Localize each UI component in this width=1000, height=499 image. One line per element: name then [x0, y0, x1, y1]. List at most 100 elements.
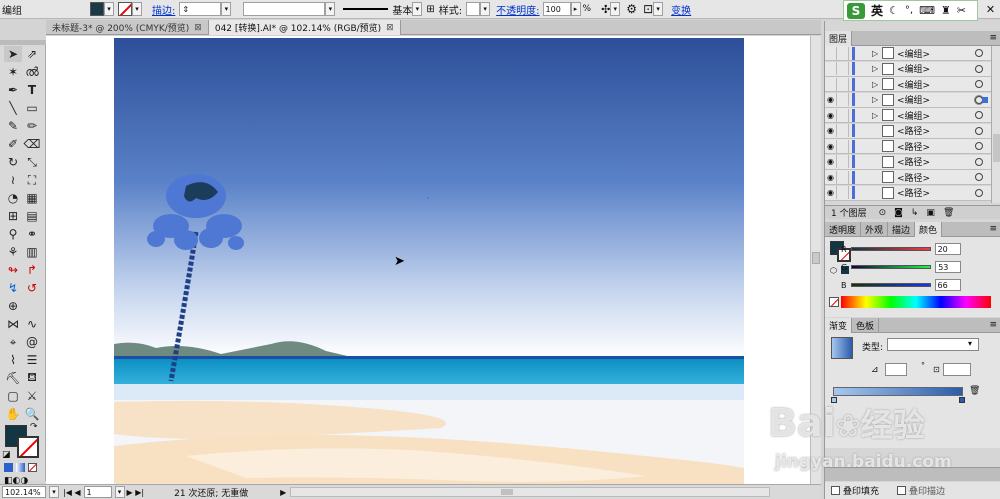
scale-tool-icon[interactable]: ⤡	[23, 154, 41, 170]
style-swatch[interactable]	[466, 2, 481, 16]
lasso-tool-icon[interactable]: ൽ	[23, 64, 41, 80]
swap-arrow-icon[interactable]: ↷	[30, 422, 38, 432]
red-value-input[interactable]: 20	[934, 243, 961, 255]
layer-row[interactable]: ◉ <路径>	[825, 185, 991, 201]
brush-dropdown[interactable]: ▾	[412, 2, 423, 16]
overprint-stroke-checkbox[interactable]	[897, 486, 907, 495]
layer-row[interactable]: ▷ <编组>	[825, 46, 991, 61]
overprint-fill-checkbox[interactable]	[831, 486, 840, 495]
knife-tool-icon[interactable]: ⚔	[23, 388, 41, 404]
gradient-stop-end[interactable]	[959, 397, 965, 403]
stroke-weight-dropdown[interactable]: ▾	[221, 2, 232, 16]
lock-toggle[interactable]	[837, 46, 849, 60]
rectangle-tool-icon[interactable]: ▭	[23, 100, 41, 116]
default-colors-icon[interactable]: ◪	[2, 450, 11, 460]
panel-menu-icon[interactable]: ≡	[989, 224, 997, 234]
sogou-logo-icon[interactable]: S	[847, 2, 865, 19]
twirl-tool-icon[interactable]: @	[23, 334, 41, 350]
paintbrush-tool-icon[interactable]: ✎	[4, 118, 22, 134]
perspective-grid-tool-icon[interactable]: ▦	[23, 190, 41, 206]
shape-builder-tool-icon[interactable]: ◔	[4, 190, 22, 206]
eye-hidden-icon[interactable]	[825, 77, 837, 91]
aspect-input[interactable]	[943, 363, 971, 376]
ime-language-toggle[interactable]: 英	[871, 2, 883, 19]
gradient-angle-input[interactable]	[885, 363, 907, 376]
green-slider[interactable]	[851, 265, 932, 269]
lock-toggle[interactable]	[837, 170, 849, 184]
profile-dropdown[interactable]: ▾	[325, 2, 336, 16]
target-tool-icon[interactable]: ⊕	[4, 298, 22, 314]
new-layer-icon[interactable]: ▣	[926, 208, 935, 218]
opacity-input[interactable]: 100	[542, 2, 571, 16]
width-tool-icon[interactable]: ↯	[4, 280, 22, 296]
pucker-tool-icon[interactable]: ⌖	[4, 334, 22, 350]
zoom-field[interactable]: 102.14%	[2, 486, 46, 498]
target-circle-icon[interactable]	[975, 157, 983, 166]
clipping-mask-icon[interactable]: ◙	[894, 208, 903, 218]
window-close-button[interactable]: ✕	[981, 0, 1000, 19]
layer-row[interactable]: ◉ ▷ <编组>	[825, 108, 991, 123]
close-icon[interactable]: ⊠	[386, 23, 394, 33]
gradient-mode-icon[interactable]	[16, 463, 25, 472]
fill-dropdown[interactable]: ▾	[104, 2, 114, 16]
next-artboard-button[interactable]: ▶ ▶|	[127, 488, 145, 497]
moon-icon[interactable]: ☾	[889, 4, 899, 17]
pen-tool-icon[interactable]: ✒	[4, 82, 22, 98]
layers-panel-tab[interactable]: 图层	[825, 30, 853, 46]
free-transform-tool-icon[interactable]: ⛶	[23, 172, 41, 188]
list-tool-icon[interactable]: ☰	[23, 352, 41, 368]
tab-color[interactable]: 颜色	[915, 221, 943, 237]
close-icon[interactable]: ⊠	[194, 23, 202, 33]
eye-hidden-icon[interactable]	[825, 62, 837, 75]
align-grid-icon[interactable]: ⊡	[643, 2, 653, 16]
transform-link[interactable]: 变换	[671, 2, 691, 17]
layer-row[interactable]: ◉ <路径>	[825, 170, 991, 185]
eye-hidden-icon[interactable]	[825, 46, 837, 60]
keyboard-icon[interactable]: ⌨	[919, 4, 935, 17]
stroke-weight-input[interactable]: ⇕	[179, 2, 222, 16]
tab-swatches[interactable]: 色板	[852, 317, 880, 333]
lock-toggle[interactable]	[837, 139, 849, 153]
target-circle-icon[interactable]	[975, 142, 983, 150]
target-circle-icon[interactable]	[975, 64, 983, 73]
expand-arrow-icon[interactable]: ▷	[872, 95, 882, 104]
eye-icon[interactable]: ◉	[825, 108, 837, 122]
stroke-dropdown[interactable]: ▾	[132, 2, 142, 16]
opacity-link[interactable]: 不透明度:	[496, 2, 539, 17]
toolbox-grip[interactable]	[0, 40, 46, 45]
scroll-thumb[interactable]	[812, 252, 820, 264]
panel-menu-icon[interactable]: ≡	[989, 320, 997, 330]
blob-brush-tool-icon[interactable]: ✐	[4, 136, 22, 152]
gradient-type-select[interactable]	[887, 338, 979, 351]
lock-toggle[interactable]	[837, 186, 849, 199]
target-circle-icon[interactable]	[975, 80, 983, 88]
eye-icon[interactable]: ◉	[825, 139, 837, 153]
fill-color-swatch[interactable]	[90, 2, 104, 16]
layer-row[interactable]: ▷ <编组>	[825, 61, 991, 77]
target-circle-icon[interactable]	[975, 126, 983, 135]
expand-arrow-icon[interactable]: ▷	[872, 49, 882, 58]
eye-icon[interactable]: ◉	[825, 186, 837, 199]
recolor-icon[interactable]: ✣	[601, 3, 610, 16]
eraser-tool-icon[interactable]: ⌫	[23, 136, 41, 152]
hand-tool-icon[interactable]: ✋	[4, 406, 22, 422]
tab-stroke[interactable]: 描边	[888, 221, 916, 237]
dropdown-arrow-icon[interactable]: ▾	[968, 339, 972, 348]
tab-042-ai[interactable]: 042 [转换].AI* @ 102.14% (RGB/预览) ⊠	[208, 20, 401, 35]
gradient-ramp[interactable]	[833, 387, 963, 396]
mesh-tool-icon[interactable]: ⊞	[4, 208, 22, 224]
punct-icon[interactable]: °,	[905, 5, 913, 16]
crop-tool-icon[interactable]: ▢	[4, 388, 22, 404]
recolor-dropdown[interactable]: ▾	[610, 2, 621, 16]
zoom-dropdown[interactable]: ▾	[49, 486, 59, 498]
none-mode-icon[interactable]	[28, 463, 37, 472]
locate-object-icon[interactable]: ⊙	[879, 208, 887, 218]
gradient-preview-swatch[interactable]	[831, 337, 853, 359]
eye-icon[interactable]: ◉	[825, 155, 837, 168]
artboard-tool-icon[interactable]: ↬	[4, 262, 22, 278]
direct-selection-tool-icon[interactable]: ⇗	[23, 46, 41, 62]
layer-row[interactable]: ▷ <编组>	[825, 77, 991, 92]
style-dropdown[interactable]: ▾	[480, 2, 491, 16]
layers-scroll-thumb[interactable]	[993, 134, 1000, 162]
toolbox-icon[interactable]: ✂	[957, 4, 966, 17]
